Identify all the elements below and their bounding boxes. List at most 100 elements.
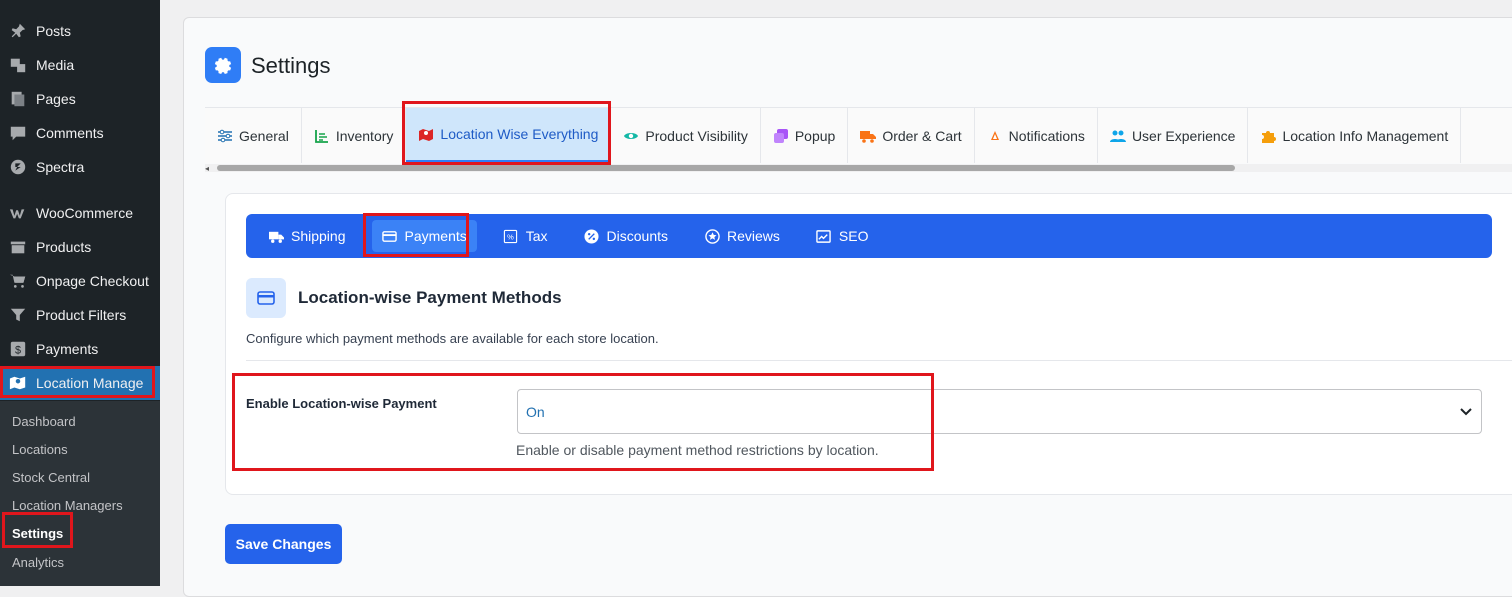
comment-icon xyxy=(8,123,28,143)
sidebar-item-onpage-checkout[interactable]: Onpage Checkout xyxy=(0,264,160,298)
users-icon xyxy=(1109,128,1126,144)
percent-icon: % xyxy=(503,228,519,244)
sidebar-item-pages[interactable]: Pages xyxy=(0,82,160,116)
chart-icon xyxy=(314,128,330,144)
truck-icon xyxy=(268,228,284,244)
tab-label: Product Visibility xyxy=(645,127,748,144)
pages-icon xyxy=(8,89,28,109)
map-icon xyxy=(8,373,28,393)
subtab-seo[interactable]: SEO xyxy=(806,220,879,252)
seo-icon xyxy=(816,228,832,244)
tab-label: Location Wise Everything xyxy=(440,126,599,142)
tab-user-experience[interactable]: User Experience xyxy=(1098,108,1249,163)
tab-product-visibility[interactable]: Product Visibility xyxy=(611,108,761,163)
tab-label: Popup xyxy=(794,127,836,144)
submenu-item-analytics[interactable]: Analytics xyxy=(12,555,64,570)
tab-location-wise-everything[interactable]: Location Wise Everything xyxy=(406,108,612,163)
tab-label: User Experience xyxy=(1131,127,1236,144)
card-icon xyxy=(382,228,398,244)
sidebar-item-spectra[interactable]: Spectra xyxy=(0,150,160,184)
sidebar-item-media[interactable]: Media xyxy=(0,48,160,82)
subtab-tax[interactable]: % Tax xyxy=(493,220,558,252)
scrollbar-thumb[interactable] xyxy=(217,165,1235,171)
divider xyxy=(246,360,1512,361)
select-value: On xyxy=(526,403,545,420)
tab-order-cart[interactable]: Order & Cart xyxy=(848,108,975,163)
page-title: Settings xyxy=(251,53,331,78)
sidebar-item-label: Posts xyxy=(36,23,72,39)
sidebar-item-label: Product Filters xyxy=(36,307,127,323)
spectra-icon xyxy=(8,157,28,177)
sidebar-item-payments[interactable]: $ Payments xyxy=(0,332,160,366)
submenu-item-location-managers[interactable]: Location Managers xyxy=(12,498,123,513)
gear-icon xyxy=(205,47,241,83)
popup-icon xyxy=(773,128,789,144)
media-icon xyxy=(8,55,28,75)
tab-label: Inventory xyxy=(335,127,394,144)
subtab-label: Payments xyxy=(404,228,467,244)
save-changes-button[interactable]: Save Changes xyxy=(225,524,342,564)
sidebar-item-label: Location Manage xyxy=(36,375,144,391)
tab-label: Order & Cart xyxy=(882,127,962,144)
star-icon xyxy=(704,228,720,244)
tab-general[interactable]: General xyxy=(205,108,302,163)
submenu-item-stock-central[interactable]: Stock Central xyxy=(12,470,90,485)
settings-panel: Settings General Inventory Location Wise… xyxy=(183,17,1512,597)
sidebar-item-label: Comments xyxy=(36,125,104,141)
sliders-icon xyxy=(217,128,233,144)
admin-sidebar: Posts Media Pages Comments Spectra WooCo… xyxy=(0,0,160,586)
settings-card: Shipping Payments % Tax Discounts Review… xyxy=(225,193,1512,495)
cart-icon xyxy=(8,271,28,291)
subtab-label: Shipping xyxy=(291,228,346,244)
puzzle-icon xyxy=(1260,128,1277,144)
tab-label: Notifications xyxy=(1008,127,1085,144)
tab-inventory[interactable]: Inventory xyxy=(302,108,407,163)
sidebar-submenu: Dashboard Locations Stock Central Locati… xyxy=(0,401,160,586)
submenu-item-settings[interactable]: Settings xyxy=(12,526,63,541)
scroll-left-icon[interactable]: ◂ xyxy=(205,164,209,173)
sidebar-item-label: Payments xyxy=(36,341,99,357)
tab-popup[interactable]: Popup xyxy=(761,108,849,163)
sidebar-item-comments[interactable]: Comments xyxy=(0,116,160,150)
submenu-item-dashboard[interactable]: Dashboard xyxy=(12,414,76,429)
subtab-reviews[interactable]: Reviews xyxy=(694,220,790,252)
section-description: Configure which payment methods are avai… xyxy=(246,331,659,346)
filter-icon xyxy=(8,305,28,325)
card-icon xyxy=(246,278,286,318)
subtab-shipping[interactable]: Shipping xyxy=(258,220,356,252)
tab-notifications[interactable]: Notifications xyxy=(975,108,1098,163)
subtab-payments[interactable]: Payments xyxy=(371,220,477,252)
subtabs-bar: Shipping Payments % Tax Discounts Review… xyxy=(246,214,1492,258)
truck-icon xyxy=(860,128,877,144)
field-help-text: Enable or disable payment method restric… xyxy=(516,442,879,458)
sidebar-item-posts[interactable]: Posts xyxy=(0,14,160,48)
field-label: Enable Location-wise Payment xyxy=(246,396,437,411)
location-wise-payment-select[interactable]: On xyxy=(517,389,1482,434)
subtab-label: Reviews xyxy=(727,228,780,244)
subtab-discounts[interactable]: Discounts xyxy=(574,220,678,252)
discount-icon xyxy=(584,228,600,244)
tab-location-info-management[interactable]: Location Info Management xyxy=(1248,108,1462,163)
chevron-down-icon xyxy=(1459,404,1473,418)
map-icon xyxy=(418,126,434,142)
bell-icon xyxy=(987,128,1003,144)
svg-text:$: $ xyxy=(15,345,21,357)
submenu-item-locations[interactable]: Locations xyxy=(12,442,68,457)
tab-label: General xyxy=(239,127,289,144)
sidebar-item-location-manage[interactable]: Location Manage xyxy=(0,366,160,400)
sidebar-item-label: Onpage Checkout xyxy=(36,273,149,289)
products-icon xyxy=(8,237,28,257)
tabs-scrollbar[interactable]: ◂ xyxy=(205,164,1512,173)
dollar-icon: $ xyxy=(8,339,28,359)
sidebar-item-products[interactable]: Products xyxy=(0,230,160,264)
section-title: Location-wise Payment Methods xyxy=(298,288,562,307)
pin-icon xyxy=(8,21,28,41)
subtab-label: Discounts xyxy=(606,228,669,244)
sidebar-item-label: Pages xyxy=(36,91,76,107)
subtab-label: SEO xyxy=(838,228,869,244)
svg-text:%: % xyxy=(507,232,514,241)
subtab-label: Tax xyxy=(525,228,548,244)
sidebar-item-label: Spectra xyxy=(36,159,85,175)
sidebar-item-product-filters[interactable]: Product Filters xyxy=(0,298,160,332)
sidebar-item-woocommerce[interactable]: WooCommerce xyxy=(0,196,160,230)
